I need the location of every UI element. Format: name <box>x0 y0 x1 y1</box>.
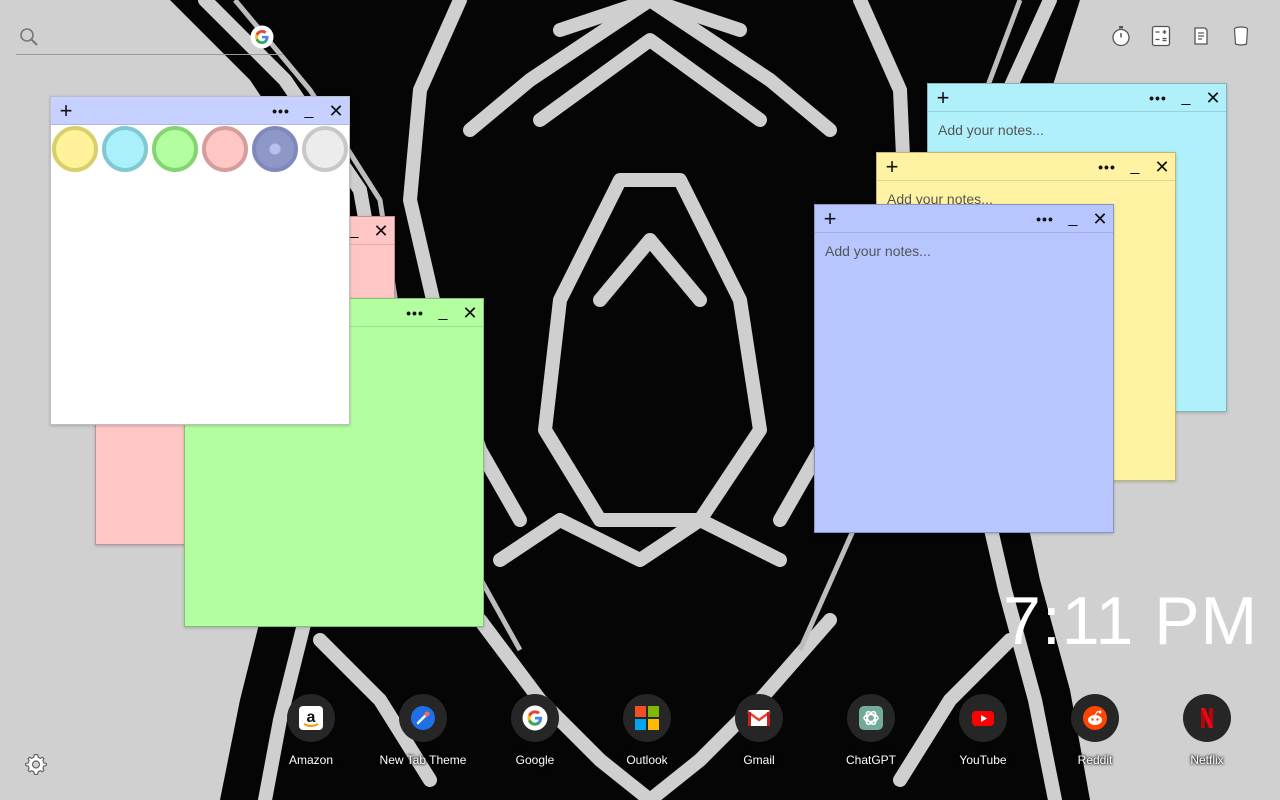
add-note-icon[interactable]: + <box>932 84 954 112</box>
sticky-notes-icon[interactable] <box>1190 24 1212 48</box>
note-textarea[interactable] <box>815 233 1113 532</box>
search-input[interactable] <box>46 24 246 50</box>
shortcut-label: Google <box>515 753 555 767</box>
more-options-icon[interactable]: ••• <box>1147 84 1169 112</box>
note-header[interactable]: + ••• _ ✕ <box>928 84 1226 112</box>
stopwatch-icon[interactable] <box>1110 24 1132 48</box>
close-icon[interactable]: ✕ <box>459 299 481 327</box>
shortcut-new-tab-theme[interactable]: New Tab Theme <box>367 694 479 774</box>
shortcut-label: Outlook <box>626 753 668 767</box>
note-header[interactable]: + ••• _ ✕ <box>51 97 349 125</box>
top-toolbar <box>1110 24 1252 48</box>
gear-icon[interactable] <box>24 752 48 776</box>
shortcut-label: New Tab Theme <box>379 753 467 767</box>
shortcut-amazon[interactable]: a Amazon <box>255 694 367 774</box>
minimize-icon[interactable]: _ <box>1062 205 1084 233</box>
add-note-icon[interactable]: + <box>881 153 903 181</box>
close-icon[interactable]: ✕ <box>370 217 392 245</box>
calculator-icon[interactable] <box>1150 24 1172 48</box>
amazon-icon: a <box>287 694 335 742</box>
close-icon[interactable]: ✕ <box>325 97 347 125</box>
youtube-icon <box>959 694 1007 742</box>
google-icon <box>511 694 559 742</box>
search-bar <box>16 22 283 55</box>
shortcut-label: Reddit <box>1077 753 1113 767</box>
color-swatch-green[interactable] <box>152 126 198 172</box>
shortcut-label: Gmail <box>743 753 775 767</box>
more-options-icon[interactable]: ••• <box>1034 205 1056 233</box>
minimize-icon[interactable]: _ <box>1175 84 1197 112</box>
sticky-note-blue: + ••• _ ✕ <box>814 204 1114 533</box>
note-header[interactable]: + ••• _ ✕ <box>877 153 1175 181</box>
color-palette <box>52 126 348 172</box>
minimize-icon[interactable]: _ <box>1124 153 1146 181</box>
shortcut-netflix[interactable]: Netflix <box>1151 694 1263 774</box>
shortcut-chatgpt[interactable]: ChatGPT <box>815 694 927 774</box>
microsoft-icon <box>623 694 671 742</box>
add-note-icon[interactable]: + <box>55 97 77 125</box>
gmail-icon <box>735 694 783 742</box>
shortcut-label: Amazon <box>288 753 334 767</box>
shortcut-youtube[interactable]: YouTube <box>927 694 1039 774</box>
sticky-note-white: + ••• _ ✕ <box>50 96 350 425</box>
close-icon[interactable]: ✕ <box>1089 205 1111 233</box>
chatgpt-icon <box>847 694 895 742</box>
shortcut-google[interactable]: Google <box>479 694 591 774</box>
more-options-icon[interactable]: ••• <box>1096 153 1118 181</box>
search-icon[interactable] <box>18 26 40 48</box>
reddit-icon <box>1071 694 1119 742</box>
shortcut-gmail[interactable]: Gmail <box>703 694 815 774</box>
new-tab-theme-icon <box>399 694 447 742</box>
add-note-icon[interactable]: + <box>819 205 841 233</box>
color-swatch-blue[interactable] <box>252 126 298 172</box>
more-options-icon[interactable]: ••• <box>404 299 426 327</box>
color-swatch-pink[interactable] <box>202 126 248 172</box>
color-swatch-white[interactable] <box>302 126 348 172</box>
svg-text:a: a <box>307 709 316 726</box>
color-swatch-yellow[interactable] <box>52 126 98 172</box>
netflix-icon <box>1183 694 1231 742</box>
minimize-icon[interactable]: _ <box>432 299 454 327</box>
more-options-icon[interactable]: ••• <box>270 97 292 125</box>
shortcut-outlook[interactable]: Outlook <box>591 694 703 774</box>
close-icon[interactable]: ✕ <box>1202 84 1224 112</box>
shortcut-label: Netflix <box>1190 753 1224 767</box>
minimize-icon[interactable]: _ <box>298 97 320 125</box>
clock: 7:11 PM <box>1003 583 1259 659</box>
close-icon[interactable]: ✕ <box>1151 153 1173 181</box>
shortcut-reddit[interactable]: Reddit <box>1039 694 1151 774</box>
shortcut-label: ChatGPT <box>845 753 896 767</box>
color-swatch-cyan[interactable] <box>102 126 148 172</box>
trash-icon[interactable] <box>1230 24 1252 48</box>
note-header[interactable]: + ••• _ ✕ <box>815 205 1113 233</box>
google-search-engine-icon[interactable] <box>250 25 274 49</box>
shortcut-label: YouTube <box>959 753 1007 767</box>
